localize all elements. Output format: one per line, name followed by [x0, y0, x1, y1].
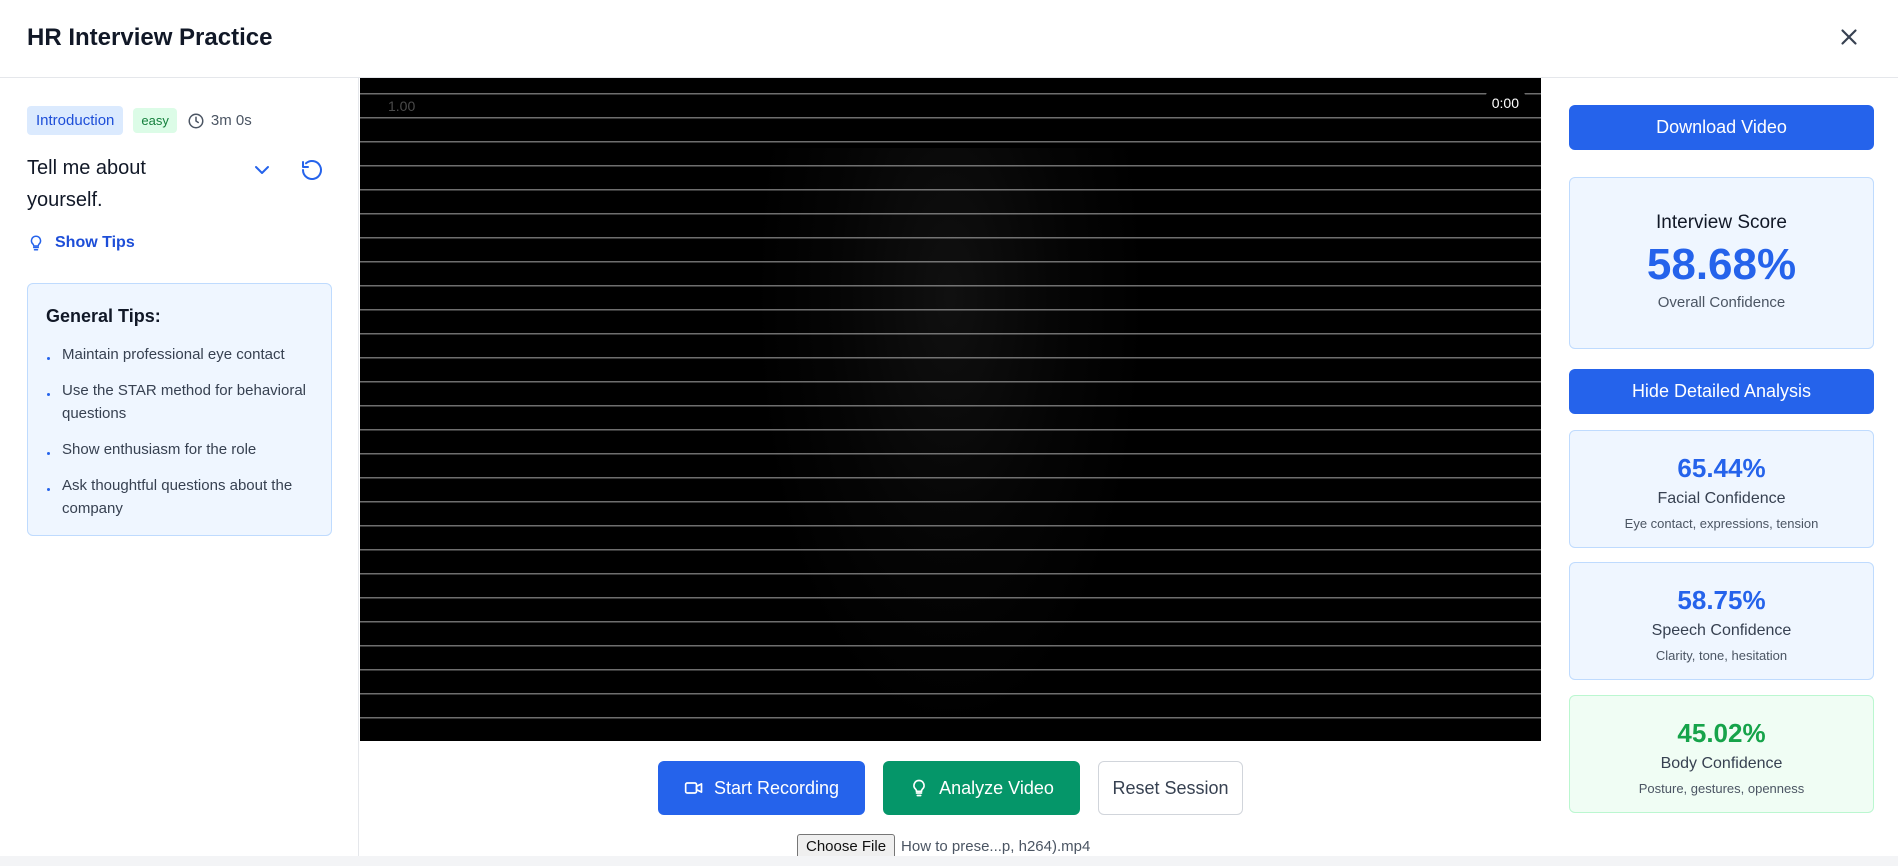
tip-item: Use the STAR method for behavioral quest… — [46, 379, 313, 425]
show-tips-button[interactable]: Show Tips — [27, 234, 135, 252]
reset-session-button[interactable]: Reset Session — [1098, 761, 1243, 815]
metric-value: 45.02% — [1677, 718, 1766, 748]
file-name: How to prese...p, h264).mp4 — [901, 838, 1091, 855]
show-tips-label: Show Tips — [55, 234, 135, 251]
body-confidence-card: 45.02% Body Confidence Posture, gestures… — [1569, 695, 1874, 813]
video-panel: 1.00 0:00 Start Recording Analyze Video … — [360, 78, 1541, 859]
metric-description: Eye contact, expressions, tension — [1624, 516, 1819, 531]
question-panel: Introduction easy 3m 0s Tell me about yo… — [0, 78, 359, 856]
page-title: HR Interview Practice — [27, 24, 273, 51]
duration-label: 3m 0s — [210, 112, 252, 129]
difficulty-badge: easy — [133, 108, 177, 133]
lightbulb-icon — [30, 235, 42, 251]
score-subtitle: Overall Confidence — [1657, 294, 1786, 311]
playback-rate: 1.00 — [388, 98, 416, 114]
interview-score-card: Interview Score 58.68% Overall Confidenc… — [1569, 177, 1874, 349]
metric-description: Clarity, tone, hesitation — [1655, 648, 1788, 663]
scanlines — [360, 78, 1541, 741]
metric-description: Posture, gestures, openness — [1638, 781, 1805, 796]
metric-name: Body Confidence — [1660, 755, 1783, 772]
analyze-video-button[interactable]: Analyze Video — [883, 761, 1080, 815]
video-camera-icon — [684, 782, 703, 794]
question-tags: Introduction easy 3m 0s — [27, 106, 252, 135]
speech-confidence-card: 58.75% Speech Confidence Clarity, tone, … — [1569, 562, 1874, 680]
score-value: 58.68% — [1646, 240, 1797, 289]
tip-item: Ask thoughtful questions about the compa… — [46, 474, 313, 520]
tips-title: General Tips: — [46, 306, 161, 326]
hide-detailed-analysis-button[interactable]: Hide Detailed Analysis — [1569, 369, 1874, 414]
general-tips-box: General Tips: Maintain professional eye … — [27, 283, 332, 536]
metric-value: 58.75% — [1677, 585, 1766, 615]
analyze-video-label: Analyze Video — [939, 777, 1054, 798]
lightbulb-icon — [913, 779, 925, 797]
facial-confidence-card: 65.44% Facial Confidence Eye contact, ex… — [1569, 430, 1874, 548]
metric-name: Speech Confidence — [1651, 622, 1792, 639]
tip-item: Maintain professional eye contact — [46, 343, 313, 366]
tips-list: Maintain professional eye contact Use th… — [46, 343, 313, 520]
close-icon[interactable] — [1836, 24, 1862, 50]
metric-name: Facial Confidence — [1657, 490, 1786, 507]
metric-value: 65.44% — [1677, 453, 1766, 483]
modal-header: HR Interview Practice — [0, 0, 1898, 78]
tip-item: Show enthusiasm for the role — [46, 438, 313, 461]
category-badge: Introduction — [27, 106, 124, 135]
recording-timer: 0:00 — [1485, 92, 1525, 114]
chevron-down-icon[interactable] — [250, 158, 274, 182]
recording-controls: Start Recording Analyze Video Reset Sess… — [360, 761, 1541, 815]
question-text: Tell me about yourself. — [27, 157, 146, 211]
clock-icon — [188, 113, 204, 128]
results-panel: Download Video Interview Score 58.68% Ov… — [1541, 78, 1898, 856]
refresh-icon[interactable] — [300, 158, 324, 182]
bottom-strip — [0, 856, 1898, 866]
duration: 3m 0s — [187, 112, 252, 130]
start-recording-label: Start Recording — [713, 777, 840, 798]
download-video-button[interactable]: Download Video — [1569, 105, 1874, 150]
start-recording-button[interactable]: Start Recording — [658, 761, 865, 815]
video-player[interactable]: 1.00 0:00 — [360, 78, 1541, 741]
score-title: Interview Score — [1656, 212, 1787, 233]
